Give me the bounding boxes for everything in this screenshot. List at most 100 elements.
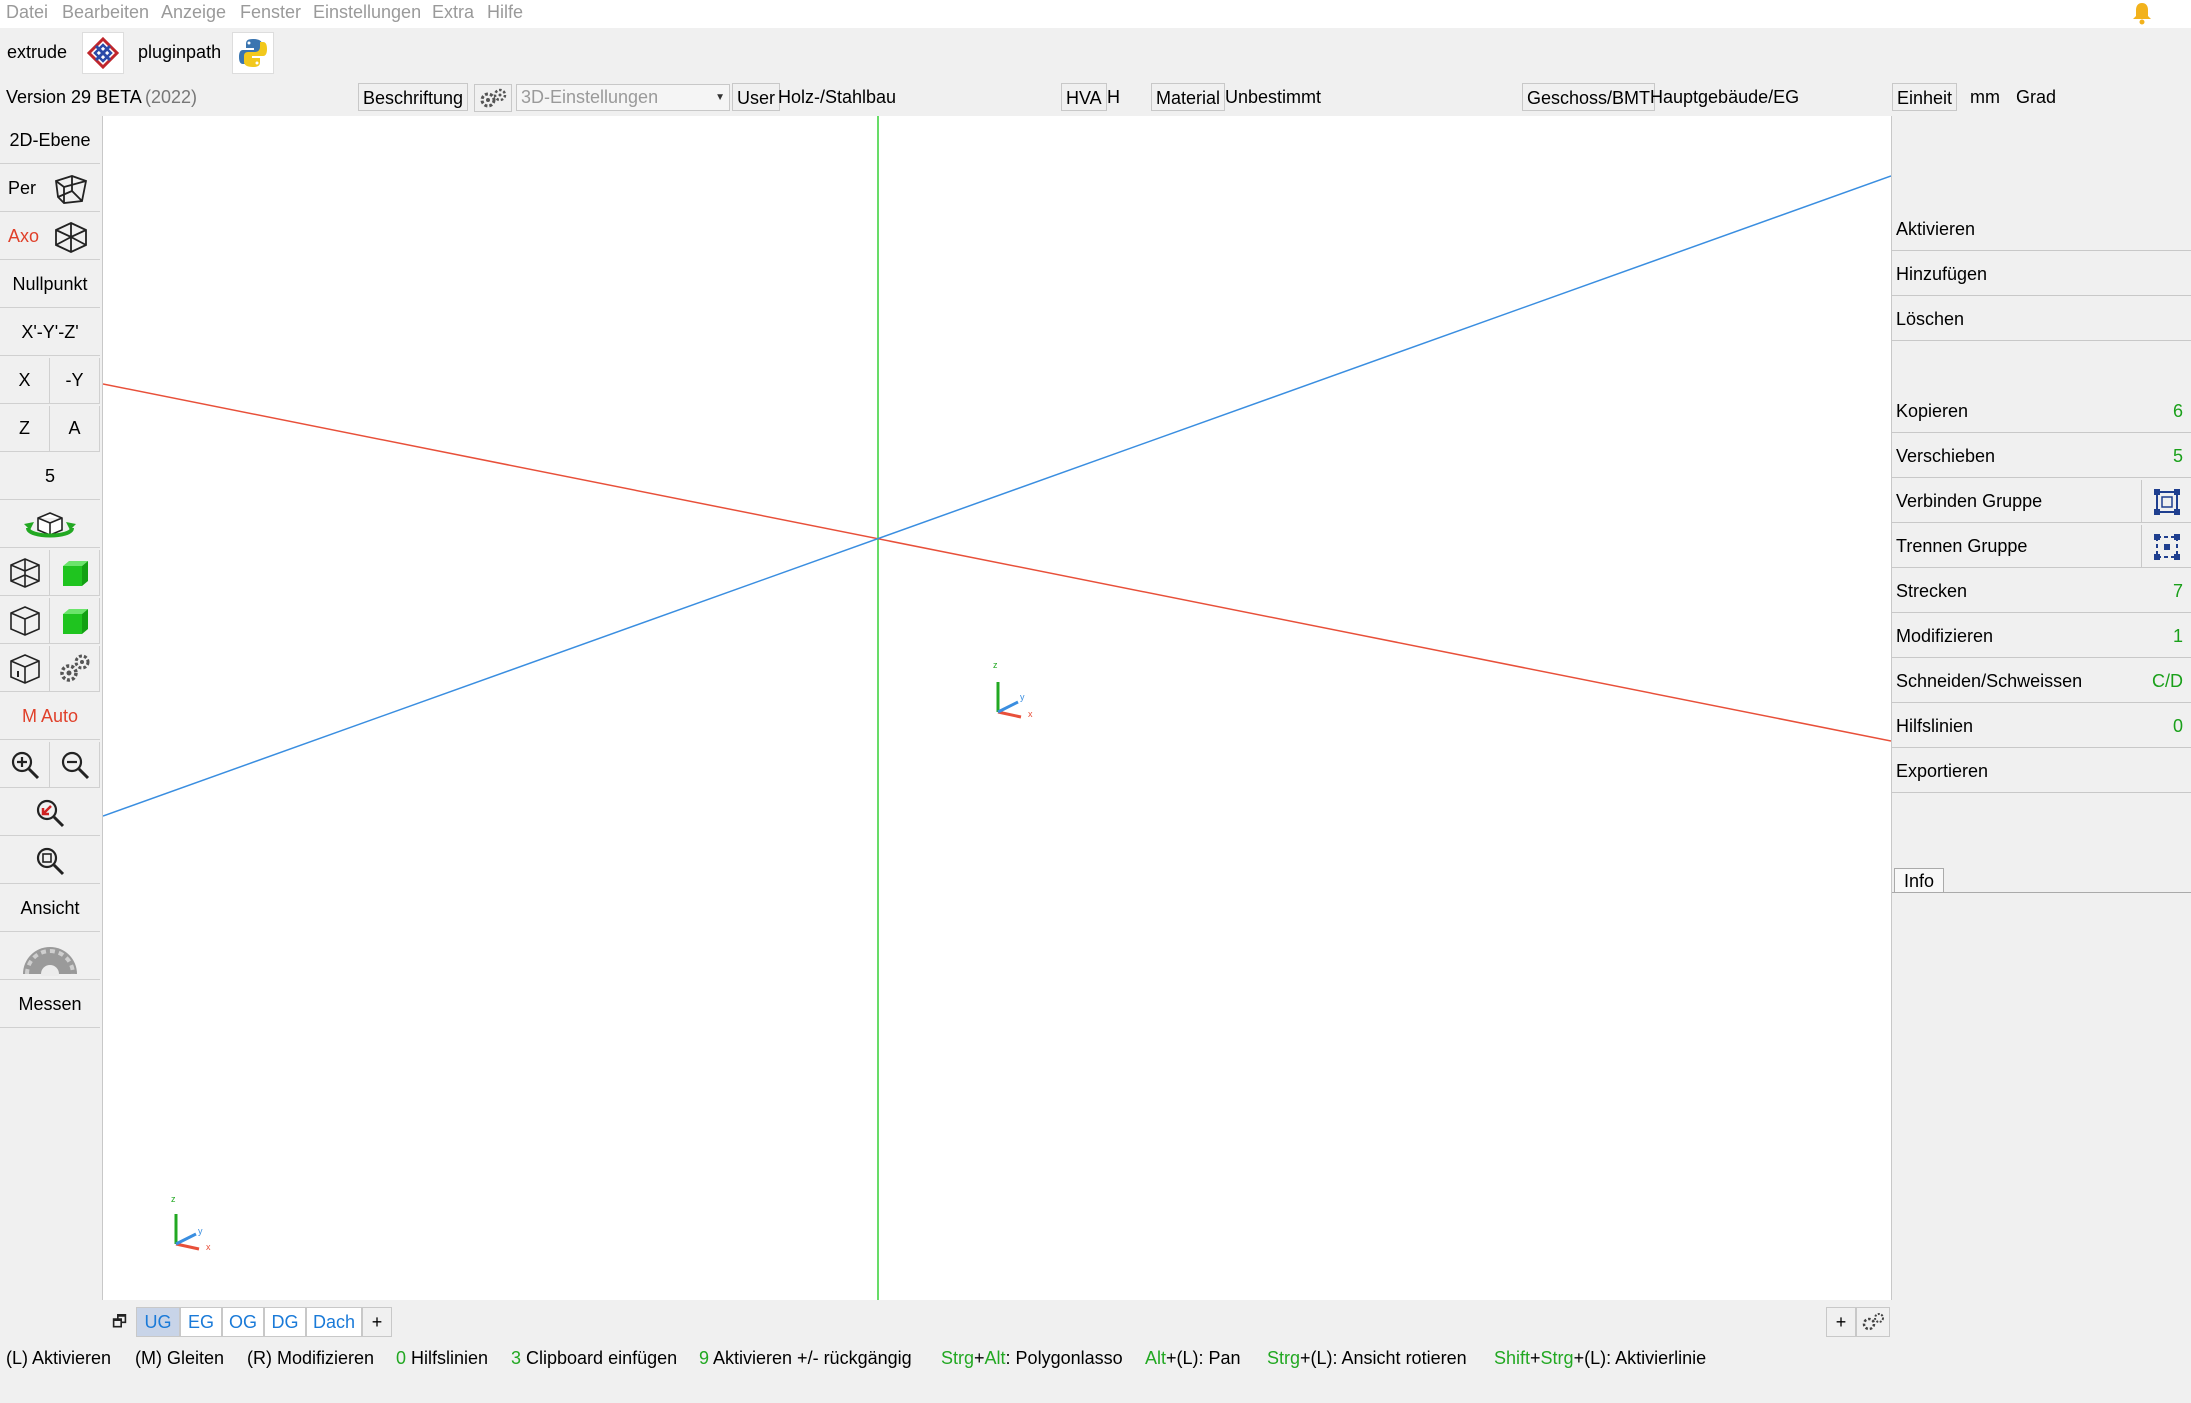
corner-x-label: x [206,1242,211,1252]
material-button[interactable]: Material [1151,83,1226,111]
zoom-in-button[interactable] [0,742,50,788]
hva-button[interactable]: HVA [1061,83,1107,111]
verbinden-gruppe-button[interactable]: Verbinden Gruppe [1892,480,2191,523]
unit-length[interactable]: mm [1970,87,2000,108]
menu-anzeige[interactable]: Anzeige [161,2,226,23]
corner-y-label: y [198,1226,203,1236]
five-button[interactable]: 5 [0,454,100,500]
per-label: Per [8,178,37,198]
geschoss-button[interactable]: Geschoss/BMT [1522,83,1656,111]
verschieben-button[interactable]: Verschieben 5 [1892,435,2191,478]
unit-angle[interactable]: Grad [2016,87,2056,108]
gear-icon [23,946,77,976]
einheit-button[interactable]: Einheit [1892,83,1958,111]
strecken-button[interactable]: Strecken 7 [1892,570,2191,613]
info-panel [1892,892,2191,1337]
section-cube-button[interactable] [0,646,50,692]
right-panel: Aktivieren Hinzufügen Löschen Kopieren 6 … [1892,116,2191,1337]
menu-fenster[interactable]: Fenster [240,2,301,23]
pluginpath-label[interactable]: pluginpath [138,42,221,63]
menu-extra[interactable]: Extra [432,2,474,23]
status-hint-r: (R) Modifizieren [247,1348,375,1368]
schneiden-shortcut: C/D [2152,671,2183,691]
group-join-icon[interactable] [2141,480,2191,523]
viewport-canvas [103,116,1891,1300]
menu-einstellungen[interactable]: Einstellungen [313,2,421,23]
kopieren-shortcut: 6 [2172,401,2183,421]
loeschen-button[interactable]: Löschen [1892,298,2191,341]
floor-tab-ug[interactable]: UG [136,1307,180,1337]
restore-window-icon[interactable]: 🗗 [112,1311,127,1338]
xyz-button[interactable]: X'-Y'-Z' [0,310,100,356]
view-neg-y-button[interactable]: -Y [50,358,100,404]
extrude-label[interactable]: extrude [7,42,67,63]
perspective-button[interactable]: Per [0,166,100,212]
floor-tab-dach[interactable]: Dach [306,1307,362,1337]
loeschen-label: Löschen [1896,309,1965,329]
status-hint-rotate: Strg+(L): Ansicht rotieren [1267,1348,1467,1368]
menu-bearbeiten[interactable]: Bearbeiten [62,2,149,23]
hidden-line-button[interactable] [0,598,50,644]
version-label: Version 29 BETA [6,87,142,107]
aktivieren-button[interactable]: Aktivieren [1892,208,2191,251]
verschieben-shortcut: 5 [2172,446,2183,466]
trennen-gruppe-button[interactable]: Trennen Gruppe [1892,525,2191,568]
menu-datei[interactable]: Datei [6,2,48,23]
floor-tab-dg[interactable]: DG [264,1307,306,1337]
view-a-button[interactable]: A [50,406,100,452]
axo-label: Axo [8,226,40,246]
gears-icon[interactable] [474,84,512,112]
user-button[interactable]: User [732,83,781,111]
settings-gear-button[interactable] [0,934,100,980]
menu-bar: Datei Bearbeiten Anzeige Fenster Einstel… [0,0,2191,28]
2d-ebene-button[interactable]: 2D-Ebene [0,118,100,164]
exportieren-button[interactable]: Exportieren [1892,750,2191,793]
add-tab-button[interactable]: + [1826,1307,1856,1337]
solid-button[interactable] [50,550,100,596]
green-cube-icon [62,560,88,586]
extrude-plugin-icon[interactable] [82,32,124,74]
tab-info[interactable]: Info [1894,868,1944,893]
wireframe-button[interactable] [0,550,50,596]
tab-settings-button[interactable] [1856,1307,1890,1337]
floor-tab-label: OG [228,1312,257,1332]
zoom-extents-button[interactable] [0,838,100,884]
menu-hilfe[interactable]: Hilfe [487,2,523,23]
add-floor-button[interactable]: + [362,1307,392,1337]
3d-viewport[interactable]: z y x z y x [102,116,1892,1300]
group-split-icon[interactable] [2141,525,2191,568]
view-x-label: X [18,370,31,390]
settings-select[interactable]: 3D-Einstellungen ▼ [516,84,730,111]
m-auto-button[interactable]: M Auto [0,694,100,740]
y-axis-line [103,175,1891,817]
beschriftung-button[interactable]: Beschriftung [358,83,469,111]
view-x-button[interactable]: X [0,358,50,404]
hilfslinien-button[interactable]: Hilfslinien 0 [1892,705,2191,748]
modifizieren-button[interactable]: Modifizieren 1 [1892,615,2191,658]
zoom-out-button[interactable] [50,742,100,788]
cube-outline-icon [9,605,40,636]
hilfslinien-label: Hilfslinien [1896,716,1974,736]
kopieren-button[interactable]: Kopieren 6 [1892,390,2191,433]
floor-tab-og[interactable]: OG [222,1307,264,1337]
schneiden-schweissen-button[interactable]: Schneiden/Schweissen C/D [1892,660,2191,703]
axo-button[interactable]: Axo [0,214,100,260]
gizmo-x-label: x [1028,709,1033,719]
python-icon[interactable] [232,32,274,74]
zoom-out-icon [61,751,89,779]
hinzufuegen-label: Hinzufügen [1896,264,1988,284]
green-cube-icon [62,608,88,634]
view-a-label: A [68,418,81,438]
messen-button[interactable]: Messen [0,982,100,1028]
rotate-view-button[interactable] [0,502,100,548]
hinzufuegen-button[interactable]: Hinzufügen [1892,253,2191,296]
shaded-button[interactable] [50,598,100,644]
nullpunkt-button[interactable]: Nullpunkt [0,262,100,308]
render-settings-button[interactable] [50,646,100,692]
floor-tab-eg[interactable]: EG [180,1307,222,1337]
zoom-previous-button[interactable] [0,790,100,836]
gears-icon [1862,1313,1884,1331]
ansicht-button[interactable]: Ansicht [0,886,100,932]
bell-icon[interactable] [2129,0,2155,31]
view-z-button[interactable]: Z [0,406,50,452]
